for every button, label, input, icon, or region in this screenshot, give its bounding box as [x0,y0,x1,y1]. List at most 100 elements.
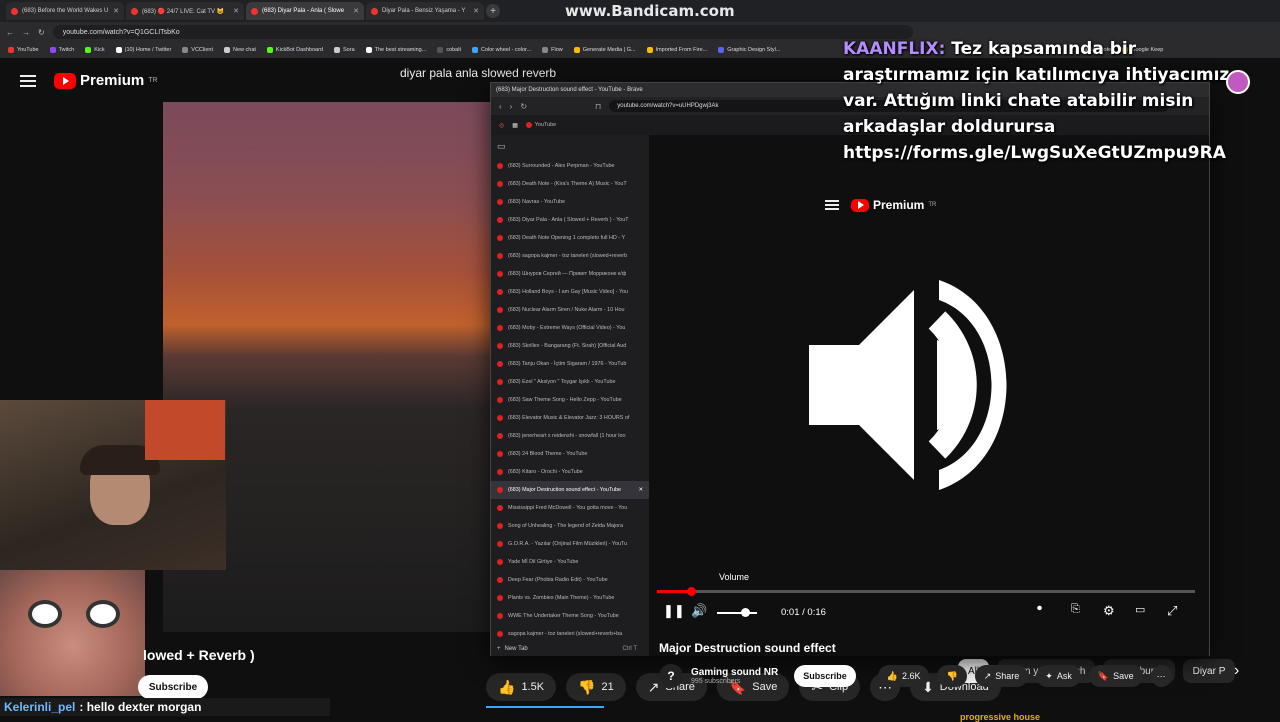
avatar[interactable] [1226,70,1250,94]
browser-tab[interactable]: (683) Before the World Wakes U ✕ [6,2,124,20]
bookmark-item[interactable]: VCClient [182,47,213,53]
ask-button[interactable]: ✦ Ask [1036,665,1081,687]
bookmark-item[interactable]: The best streaming... [365,47,426,53]
vertical-tab[interactable]: (683) Шнуров Сергей — Привет Морриконе к… [491,265,649,283]
browser-tab[interactable]: (683) 🔴 24/7 LIVE: Cat TV 😺 ✕ [126,2,244,20]
new-tab-item[interactable]: + New Tab Ctrl T [497,646,637,652]
tab-grid-icon[interactable]: ▦ [512,122,518,129]
subscribe-button[interactable]: Subscribe [794,665,856,687]
bookmark-item[interactable]: YouTube [8,47,39,53]
bookmark-item[interactable]: Kick [85,47,105,53]
browser-tab[interactable]: Diyar Pala - Bensiz Yaşama - Y ✕ [366,2,484,20]
bookmark-icon[interactable]: ⊓ [595,102,601,111]
browser-tab-active[interactable]: (683) Diyar Pala - Anla ( Slowe ✕ [246,2,364,20]
vertical-tab[interactable]: (683) Moby - Extreme Ways (Official Vide… [491,319,649,337]
vertical-tab[interactable]: (683) Elevator Music & Elevator Jazz: 3 … [491,409,649,427]
vertical-tab[interactable]: G.O.R.A. - Yazılar (Orijinal Film Müzikl… [491,535,649,553]
bookmark-item[interactable]: Color wheel - color... [472,47,531,53]
menu-icon[interactable] [20,75,36,77]
volume-handle[interactable] [741,608,750,617]
save-button[interactable]: 🔖 Save [1088,665,1143,687]
bookmark-item[interactable]: KickBot Dashboard [266,47,323,53]
vertical-tab[interactable]: Mississippi Fred McDowell - You gotta mo… [491,499,649,517]
youtube-favicon-icon [497,613,503,619]
menu-icon[interactable] [825,200,839,202]
youtube-favicon-icon [497,397,503,403]
dislike-button[interactable]: 👎 [937,665,967,687]
theater-mode-icon[interactable]: ▭ [1135,603,1145,616]
search-input[interactable]: diyar pala anla slowed reverb [400,66,556,80]
close-tab-icon[interactable]: ✕ [233,7,239,15]
vertical-tab[interactable]: (683) Skrillex - Bangarang (Ft. Sirah) [… [491,337,649,355]
vertical-tab[interactable]: WWE The Undertaker Theme Song - YouTube [491,607,649,625]
vertical-tab[interactable]: (683) sagopa kajmer - toz taneleri (slow… [491,247,649,265]
share-button[interactable]: ↗ Share [974,665,1029,687]
volume-icon[interactable]: 🔊 [691,603,707,619]
pinned-tab[interactable]: YouTube [525,122,556,128]
fullscreen-icon[interactable]: ⤢ [1167,603,1177,619]
channel-name[interactable]: Gaming sound NR [691,667,778,678]
vertical-tab[interactable]: (683) Holland Boys - I am Gay [Music Vid… [491,283,649,301]
new-tab-button[interactable]: + [486,4,500,18]
volume-slider[interactable] [717,612,757,614]
vertical-tab[interactable]: (683) Surrounded - Alex Perpman - YouTub… [491,157,649,175]
channel-avatar[interactable]: ? [659,664,683,688]
seek-handle[interactable] [686,587,696,596]
close-tab-icon[interactable]: ✕ [473,7,479,15]
address-field[interactable]: youtube.com/watch?v=Q1GCLITsbKo [52,25,913,39]
dislike-button[interactable]: 👎 21 [566,673,626,701]
bookmark-item[interactable]: Flow [542,47,563,53]
vertical-tab[interactable]: (683) jenerheart x reidenshi - snowfall … [491,427,649,445]
vertical-tab[interactable]: Yade Mİ Dil Girtiye - YouTube [491,553,649,571]
vertical-tab[interactable]: (683) Saw Theme Song - Hello Zepp - YouT… [491,391,649,409]
vertical-tab[interactable]: sagopa kajmer - toz taneleri (slowed+rev… [491,625,649,643]
vertical-tab[interactable]: (683) Ezel " Aksiyon " Toygar Işıklı - Y… [491,373,649,391]
vertical-tab[interactable]: (683) Nuclear Alarm Siren / Nuke Alarm -… [491,301,649,319]
vertical-tab[interactable]: (683) 24 Blood Theme - YouTube [491,445,649,463]
video-player[interactable]: Premium TR Volume ❚❚ 🔊 0:01 / 0:16 ⏺ ⎘ ⚙… [649,135,1209,688]
forward-icon[interactable]: › [510,102,513,111]
vertical-tab[interactable]: Plants vs. Zombies (Main Theme) - YouTub… [491,589,649,607]
chevron-right-icon[interactable]: › [1234,662,1239,680]
sidebar-toggle-icon[interactable]: ▭ [497,141,506,152]
vertical-tab[interactable]: (683) Navras - YouTube [491,193,649,211]
like-button[interactable]: 👍 2.6K [877,665,930,687]
close-tab-icon[interactable]: ✕ [638,487,643,493]
vertical-tab[interactable]: Song of Unhealing - The legend of Zelda … [491,517,649,535]
more-button[interactable]: ⋯ [1150,665,1172,687]
thumbs-down-icon: 👎 [578,678,596,695]
captions-icon[interactable]: ⎘ [1071,603,1080,616]
vertical-tab[interactable]: (683) Tanju Okan - İçtim Sigaram / 1976 … [491,355,649,373]
back-icon[interactable]: ← [6,28,14,37]
close-tab-icon[interactable]: ✕ [113,7,119,15]
vertical-tab[interactable]: (683) Death Note - (Kira's Theme A) Musi… [491,175,649,193]
vertical-tab[interactable]: (683) Diyar Pala - Anla ( Slowed + Rever… [491,211,649,229]
autoplay-toggle-icon[interactable]: ⏺ [1037,603,1042,614]
vertical-tab[interactable]: (683) Death Note Opening 1 completo full… [491,229,649,247]
seek-bar[interactable] [657,587,1195,596]
subscribe-button[interactable]: Subscribe [138,675,208,699]
bookmark-item[interactable]: (10) Home / Twitter [115,47,171,53]
vertical-tab-active[interactable]: (683) Major Destruction sound effect - Y… [491,481,649,499]
forward-icon[interactable]: → [22,28,30,37]
pause-icon[interactable]: ❚❚ [663,603,685,619]
settings-gear-icon[interactable]: ⚙ [1103,603,1115,619]
bookmark-item[interactable]: Generate Media | G... [573,47,636,53]
vertical-tabs-sidebar: ▭ (683) Surrounded - Alex Perpman - YouT… [491,135,649,656]
youtube-logo[interactable]: Premium TR [851,198,936,212]
vertical-tab[interactable]: (683) Kitaro - Orochi - YouTube [491,463,649,481]
bookmark-item[interactable]: Sora [334,47,355,53]
vertical-tab[interactable]: Deep Fear (Phobia Radio Edit) - YouTube [491,571,649,589]
bookmark-item[interactable]: New chat [223,47,256,53]
bookmark-item[interactable]: cobalt [437,47,461,53]
bookmark-item[interactable]: Twitch [49,47,74,53]
bookmark-item[interactable]: Graphic Design Styl... [718,47,780,53]
youtube-logo[interactable]: Premium TR [54,72,158,89]
reload-icon[interactable]: ↻ [38,28,45,37]
share-icon: ↗ [647,678,660,695]
reload-icon[interactable]: ↻ [520,102,527,111]
back-icon[interactable]: ‹ [499,102,502,111]
close-tab-icon[interactable]: ✕ [353,7,359,15]
like-button[interactable]: 👍 1.5K [486,673,557,701]
bookmark-item[interactable]: Imported From Fire... [646,47,707,53]
